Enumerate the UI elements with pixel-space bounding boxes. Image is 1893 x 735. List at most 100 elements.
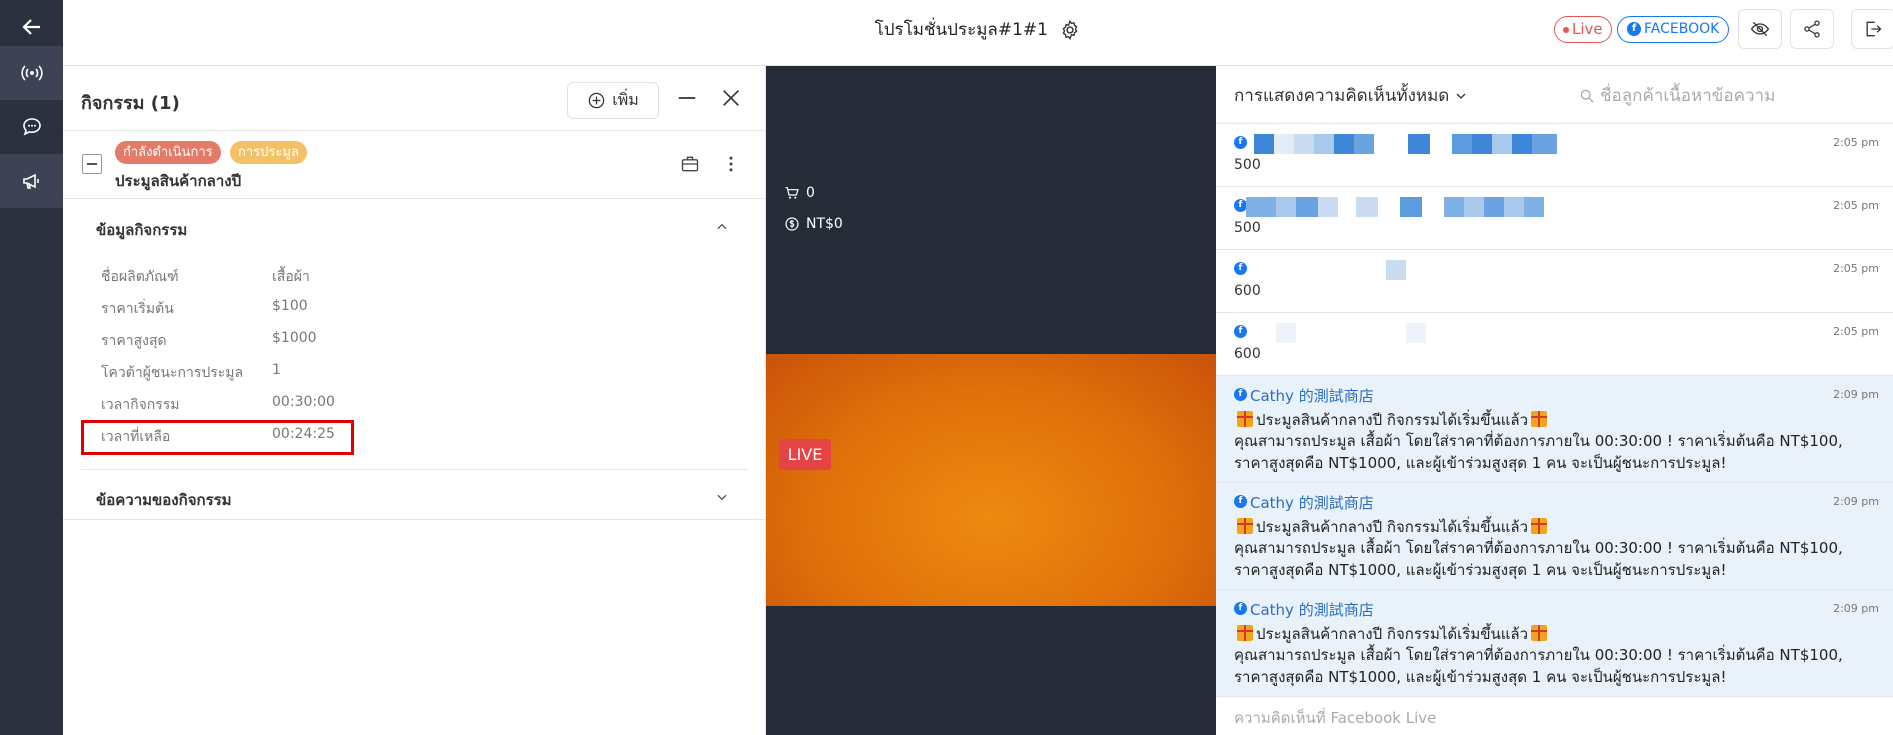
add-activity-button[interactable]: เพิ่ม <box>567 82 659 119</box>
add-activity-label: เพิ่ม <box>612 90 639 109</box>
blurred-name <box>1294 134 1314 154</box>
eye-off-icon <box>1750 21 1770 37</box>
plus-circle-icon <box>588 92 605 109</box>
blurred-name <box>1524 197 1544 217</box>
comment-search-placeholder: ชื่อลูกค้าเนื้อหาข้อความ <box>1600 86 1776 106</box>
shop-comment-item[interactable]: f Cathy 的測試商店 2:09 pm ประมูลสินค้ากลางปี… <box>1216 590 1893 697</box>
share-icon <box>1804 20 1820 38</box>
search-icon <box>1580 89 1594 102</box>
sales-amount: NT$0 <box>784 216 843 232</box>
comment-filter-dropdown[interactable]: การแสดงความคิดเห็นทั้งหมด <box>1234 82 1467 109</box>
cart-count: 0 <box>784 185 815 201</box>
facebook-icon: f <box>1627 22 1641 36</box>
activity-info-title: ข้อมูลกิจกรรม <box>96 221 188 239</box>
activity-message-title: ข้อความของกิจกรรม <box>96 491 232 509</box>
info-value-duration: 00:30:00 <box>272 394 335 410</box>
facebook-icon: f <box>1234 136 1247 149</box>
comment-item[interactable]: f 2:05 pm 600 <box>1216 250 1893 313</box>
activity-message-section-header[interactable]: ข้อความของกิจกรรม <box>63 470 766 522</box>
info-label-product: ชื่อผลิตภัณฑ์ <box>101 269 179 285</box>
comment-text: 600 <box>1234 283 1261 299</box>
live-badge: LIVE <box>779 439 831 470</box>
facebook-icon: f <box>1234 325 1247 338</box>
hide-button[interactable] <box>1738 9 1782 49</box>
blurred-name <box>1334 134 1354 154</box>
blurred-name <box>1464 197 1484 217</box>
live-status-badge: Live <box>1554 16 1612 43</box>
blurred-name <box>1386 260 1406 280</box>
comment-time: 2:09 pm <box>1833 495 1879 508</box>
close-button[interactable] <box>717 84 745 112</box>
collapse-toggle[interactable] <box>82 154 102 174</box>
nav-item-promotion[interactable] <box>0 154 63 208</box>
comment-author: Cathy 的測試商店 <box>1250 387 1374 405</box>
blurred-name <box>1318 197 1338 217</box>
comment-author: Cathy 的測試商店 <box>1250 494 1374 512</box>
video-frame[interactable] <box>766 354 1216 606</box>
blurred-name <box>1504 197 1524 217</box>
cart-icon <box>785 187 799 199</box>
blurred-name <box>1296 197 1318 217</box>
comment-headline: ประมูลสินค้ากลางปี กิจกรรมได้เริ่มขึ้นแล… <box>1234 408 1550 432</box>
more-vertical-icon[interactable] <box>721 154 741 174</box>
left-nav <box>0 0 63 735</box>
promotion-title: โปรโมชั่นประมูล#1#1 <box>874 20 1048 40</box>
info-value-product: เสื้อผ้า <box>272 269 310 285</box>
info-label-start-price: ราคาเริ่มต้น <box>101 301 174 317</box>
comment-body: คุณสามารถประมูล เสื้อผ้า โดยใส่ราคาที่ต้… <box>1234 432 1843 472</box>
blurred-name <box>1314 134 1334 154</box>
share-button[interactable] <box>1790 9 1834 49</box>
comment-time: 2:05 pm <box>1833 325 1879 338</box>
minus-icon <box>678 97 696 99</box>
minimize-button[interactable] <box>673 84 701 112</box>
comment-text: 500 <box>1234 220 1261 236</box>
gift-icon <box>1531 518 1547 534</box>
blurred-name <box>1484 197 1504 217</box>
blurred-name <box>1512 134 1532 154</box>
activity-panel-header: กิจกรรม (1) เพิ่ม <box>63 66 766 131</box>
broadcast-icon <box>20 65 43 81</box>
nav-item-comments[interactable] <box>0 100 63 154</box>
comment-time: 2:09 pm <box>1833 388 1879 401</box>
info-value-start-price: $100 <box>272 298 308 314</box>
gear-icon[interactable] <box>1059 19 1081 41</box>
close-icon <box>723 90 739 106</box>
activity-panel-title: กิจกรรม (1) <box>81 93 180 114</box>
exit-icon <box>1866 21 1882 37</box>
shop-comment-item[interactable]: f Cathy 的測試商店 2:09 pm ประมูลสินค้ากลางปี… <box>1216 376 1893 483</box>
nav-item-live[interactable] <box>0 46 63 100</box>
comment-headline: ประมูลสินค้ากลางปี กิจกรรมได้เริ่มขึ้นแล… <box>1234 622 1550 646</box>
facebook-icon: f <box>1234 262 1247 275</box>
blurred-name <box>1406 323 1426 343</box>
facebook-label: FACEBOOK <box>1644 21 1720 37</box>
live-label: Live <box>1572 20 1603 38</box>
section-divider <box>63 519 766 520</box>
cart-count-value: 0 <box>806 185 815 201</box>
activity-info-section-header[interactable]: ข้อมูลกิจกรรม <box>63 200 766 252</box>
app: โปรโมชั่นประมูล#1#1 Live f FACEBOOK กิจกร… <box>0 0 1893 735</box>
shop-comment-item[interactable]: f Cathy 的測試商店 2:09 pm ประมูลสินค้ากลางปี… <box>1216 483 1893 590</box>
blurred-name <box>1492 134 1512 154</box>
comment-item[interactable]: f 2:05 pm 500 <box>1216 187 1893 250</box>
blurred-name <box>1246 197 1276 217</box>
chevron-up-icon <box>717 223 727 230</box>
comment-item[interactable]: f 2:05 pm 600 <box>1216 313 1893 376</box>
exit-button[interactable] <box>1851 9 1893 49</box>
activity-panel: กิจกรรม (1) เพิ่ม กำลังดำเนินการ การประม… <box>63 66 766 735</box>
arrow-left-icon <box>21 19 40 35</box>
facebook-icon: f <box>1234 602 1247 615</box>
comment-time: 2:05 pm <box>1833 199 1879 212</box>
briefcase-icon[interactable] <box>680 154 700 174</box>
activity-name: ประมูลสินค้ากลางปี <box>115 172 242 190</box>
comment-search-input[interactable]: ชื่อลูกค้าเนื้อหาข้อความ <box>1579 82 1775 109</box>
comment-filter-label: การแสดงความคิดเห็นทั้งหมด <box>1234 86 1450 106</box>
info-value-max-price: $1000 <box>272 330 317 346</box>
info-label-duration: เวลากิจกรรม <box>101 397 180 413</box>
comment-headline: ประมูลสินค้ากลางปี กิจกรรมได้เริ่มขึ้นแล… <box>1234 515 1550 539</box>
comment-item[interactable]: f 2:05 pm 500 <box>1216 124 1893 187</box>
comment-body: คุณสามารถประมูล เสื้อผ้า โดยใส่ราคาที่ต้… <box>1234 646 1843 686</box>
gift-icon <box>1237 411 1253 427</box>
blurred-name <box>1254 134 1274 154</box>
blurred-name <box>1472 134 1492 154</box>
comment-headline-text: ประมูลสินค้ากลางปี กิจกรรมได้เริ่มขึ้นแล… <box>1256 625 1528 643</box>
